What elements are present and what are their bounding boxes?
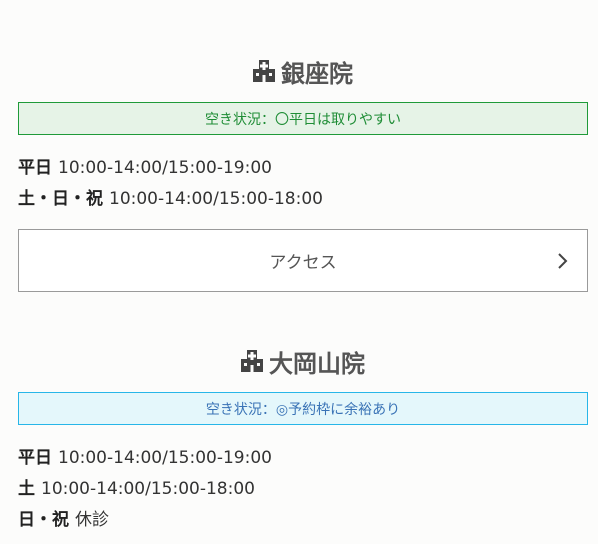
opening-hours: 平日 10:00-14:00/15:00-19:00 土・日・祝 10:00-14:… [18, 153, 588, 215]
hospital-icon [241, 350, 263, 372]
hours-time: 10:00-14:00/15:00-19:00 [58, 158, 272, 178]
hours-time: 休診 [75, 510, 109, 530]
hours-label: 土・日・祝 [18, 189, 103, 209]
opening-hours: 平日 10:00-14:00/15:00-19:00 土 10:00-14:00/1… [18, 443, 588, 536]
hours-time: 10:00-14:00/15:00-18:00 [109, 189, 323, 209]
vacancy-status: 空き状況：◎予約枠に余裕あり [18, 392, 588, 425]
access-button[interactable]: アクセス [18, 229, 588, 292]
hours-label: 平日 [18, 448, 52, 468]
clinic-ginza: 銀座院 空き状況：〇平日は取りやすい 平日 10:00-14:00/15:00-1… [18, 54, 588, 292]
clinic-name: 大岡山院 [269, 348, 365, 378]
hours-row-weekend: 土・日・祝 10:00-14:00/15:00-18:00 [18, 184, 588, 215]
hours-label: 日・祝 [18, 510, 69, 530]
access-button-label: アクセス [269, 253, 337, 273]
hours-label: 平日 [18, 158, 52, 178]
hospital-icon [253, 60, 275, 82]
vacancy-status: 空き状況：〇平日は取りやすい [18, 102, 588, 135]
hours-time: 10:00-14:00/15:00-19:00 [58, 448, 272, 468]
clinic-ookayama: 大岡山院 空き状況：◎予約枠に余裕あり 平日 10:00-14:00/15:00-… [18, 344, 588, 536]
hours-row-weekday: 平日 10:00-14:00/15:00-19:00 [18, 443, 588, 474]
clinic-title: 銀座院 [18, 54, 588, 88]
hours-row-sunday-holiday: 日・祝 休診 [18, 505, 588, 536]
hours-row-saturday: 土 10:00-14:00/15:00-18:00 [18, 474, 588, 505]
hours-label: 土 [18, 479, 35, 499]
clinic-title: 大岡山院 [18, 344, 588, 378]
clinic-name: 銀座院 [281, 58, 353, 88]
chevron-right-icon [555, 252, 569, 270]
hours-time: 10:00-14:00/15:00-18:00 [41, 479, 255, 499]
hours-row-weekday: 平日 10:00-14:00/15:00-19:00 [18, 153, 588, 184]
